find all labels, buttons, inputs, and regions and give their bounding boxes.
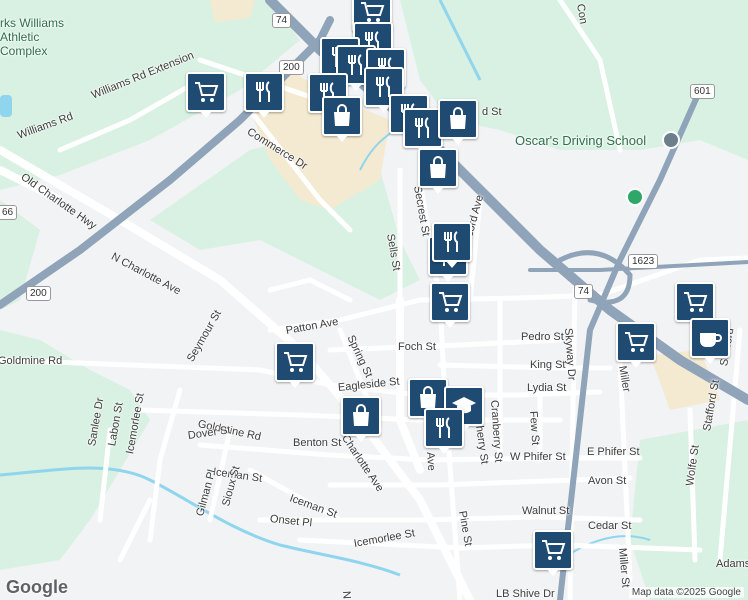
map-canvas[interactable]: 74 200 200 601 1623 74 66 rks Williams A…: [0, 0, 748, 600]
map-pin[interactable]: [418, 148, 458, 194]
street-label: Few St: [527, 410, 542, 446]
street-label: Lydia St: [527, 382, 567, 394]
street-label: King St: [530, 359, 566, 371]
restaurant-icon: [256, 81, 270, 102]
driving-school-icon[interactable]: [662, 131, 680, 149]
restaurant-icon: [415, 117, 429, 138]
park-poi-icon[interactable]: [626, 188, 644, 206]
grocery-icon: [284, 352, 308, 372]
athletic-complex-label[interactable]: rks Williams Athletic Complex: [0, 16, 80, 58]
map-pin[interactable]: [244, 72, 284, 118]
map-pin[interactable]: [341, 396, 381, 442]
map-pin[interactable]: [690, 318, 730, 364]
street-label: Goldmine Rd: [0, 355, 63, 367]
driving-school-label[interactable]: Oscar's Driving School: [515, 133, 646, 148]
shopping-bag-icon: [334, 104, 350, 126]
street-label: Avon St: [588, 475, 627, 487]
map-pin[interactable]: [322, 96, 362, 142]
route-shield-us601: 601: [690, 84, 715, 99]
map-pin[interactable]: [533, 530, 573, 576]
map-pin[interactable]: [430, 282, 470, 328]
map-pin[interactable]: [424, 408, 464, 454]
street-label: Walnut St: [522, 505, 570, 517]
map-pin[interactable]: [675, 282, 715, 328]
street-label: Foch St: [398, 341, 436, 353]
grocery-icon: [439, 292, 463, 312]
route-shield-1623: 1623: [628, 254, 659, 269]
route-shield-200: 200: [26, 286, 51, 301]
map-pin[interactable]: [616, 322, 656, 368]
grocery-icon: [625, 332, 649, 352]
restaurant-icon: [436, 417, 450, 438]
map-pin[interactable]: [275, 342, 315, 388]
pond: [0, 95, 12, 117]
route-shield-us74: 74: [272, 13, 292, 28]
street-label: d St: [482, 106, 502, 118]
street-label: W Phifer St: [510, 451, 566, 463]
grocery-icon: [684, 292, 708, 312]
street-label: LB Shive Dr: [496, 588, 555, 600]
map-attribution[interactable]: Map data ©2025 Google: [628, 587, 744, 598]
map-pin[interactable]: [432, 222, 472, 268]
route-shield-us74: 74: [574, 284, 594, 299]
shopping-bag-icon: [450, 107, 466, 129]
google-logo[interactable]: Google: [6, 577, 68, 598]
street-label: N J: [340, 590, 354, 600]
grocery-icon: [542, 540, 566, 560]
map-pin[interactable]: [403, 108, 443, 154]
street-label: Benton St: [293, 437, 342, 449]
street-label: Adams: [716, 558, 748, 570]
map-pin[interactable]: [438, 99, 478, 145]
restaurant-icon: [444, 231, 458, 252]
street-label: Pedro St: [521, 331, 564, 343]
street-label: E Phifer St: [587, 446, 640, 458]
route-shield-66: 66: [0, 205, 18, 220]
shopping-bag-icon: [353, 404, 369, 426]
street-label: Cedar St: [588, 520, 632, 532]
map-pin[interactable]: [186, 72, 226, 118]
grocery-icon: [195, 82, 219, 102]
cafe-icon: [700, 333, 722, 347]
shopping-bag-icon: [430, 156, 446, 178]
street-label: Ave: [424, 451, 438, 472]
